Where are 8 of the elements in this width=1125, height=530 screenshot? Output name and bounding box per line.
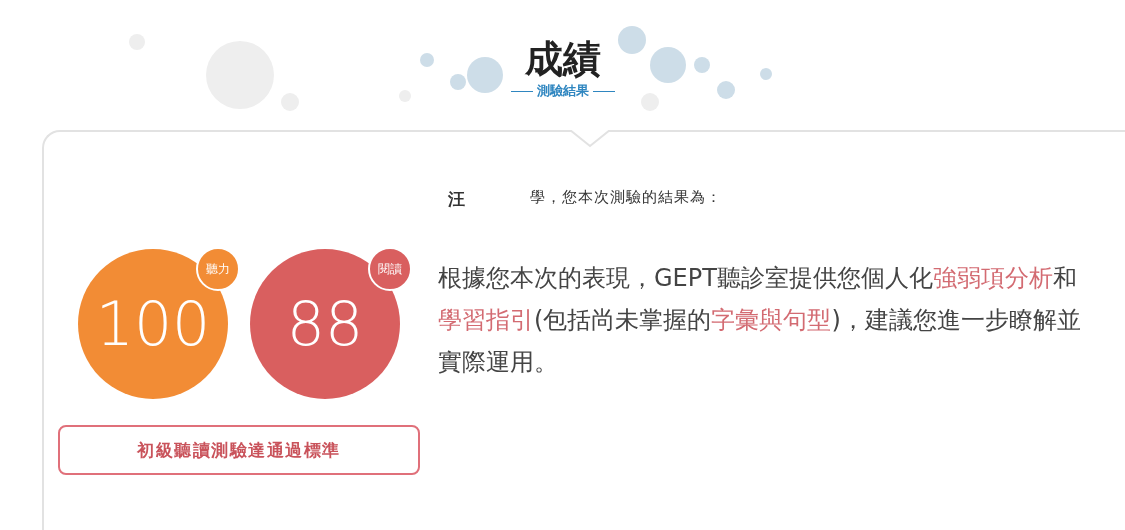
page-title: 成績 — [524, 36, 601, 82]
subject-badge: 閱讀 — [368, 247, 412, 291]
student-name: 汪 — [447, 188, 466, 211]
subject-badge: 聽力 — [196, 247, 240, 291]
pass-status-banner: 初級聽讀測驗達通過標準 — [58, 425, 420, 475]
greeting-text: 學，您本次測驗的結果為： — [529, 188, 722, 208]
advice-paragraph: 根據您本次的表現，GEPT聽診室提供您個人化強弱項分析和 學習指引(包括尚未掌握的字彙與句型)，建議您進一步瞭解並實際運用。 — [438, 263, 1082, 378]
page-subtitle: 測驗結果 — [536, 82, 589, 100]
